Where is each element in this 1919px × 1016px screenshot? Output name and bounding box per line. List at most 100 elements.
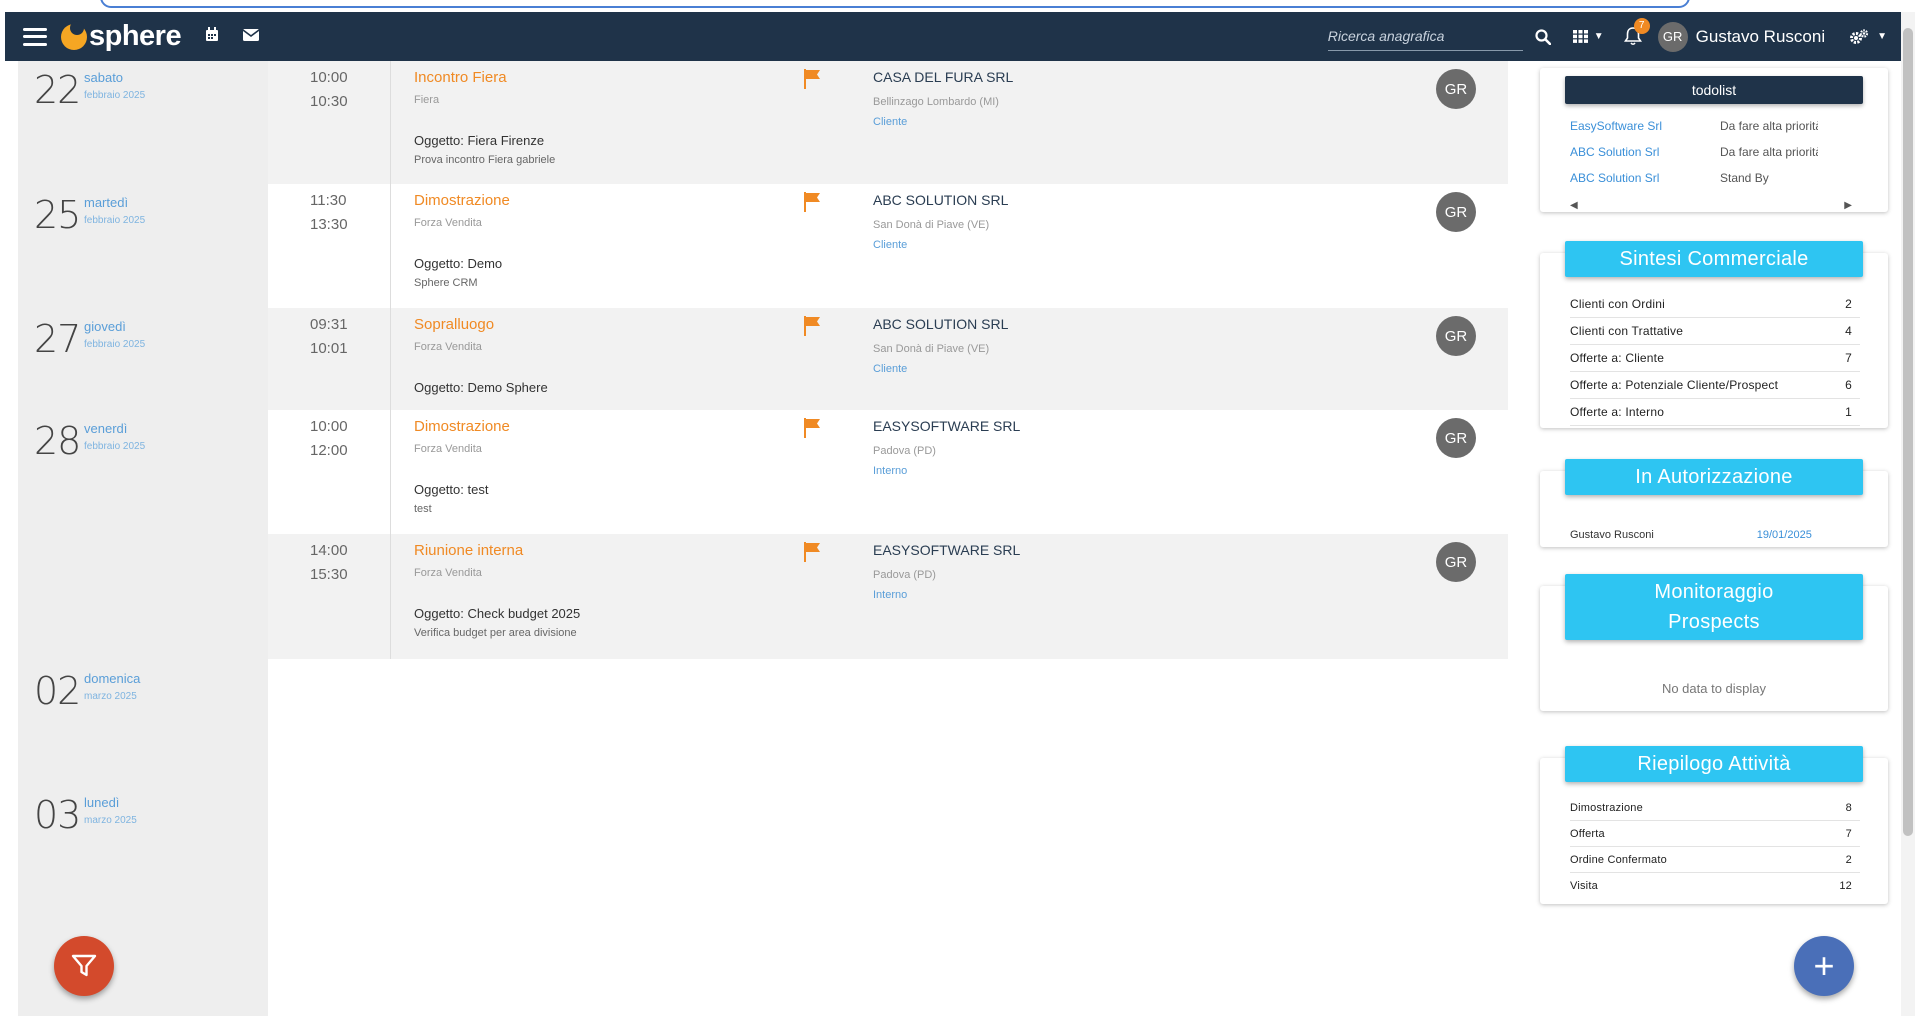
monitoraggio-title: Monitoraggio Prospects (1565, 574, 1863, 640)
user-avatar[interactable]: GR (1657, 21, 1688, 52)
day-month: febbraio 2025 (84, 215, 146, 226)
event-subject: Oggetto: Demo (414, 256, 503, 271)
event-owner-avatar[interactable]: GR (1436, 192, 1476, 232)
search-input[interactable] (1327, 28, 1523, 44)
settings-menu[interactable]: ▼ (1849, 28, 1887, 45)
flag-icon[interactable] (804, 418, 822, 438)
event-title-link[interactable]: Riunione interna (414, 542, 523, 559)
event-subject: Oggetto: Check budget 2025 (414, 606, 581, 621)
day-number: 25 (34, 193, 81, 237)
todo-row[interactable]: EasySoftware Srl Da fare alta priorità (1570, 119, 1818, 133)
agenda-event[interactable]: 14:00 15:30 Riunione interna Forza Vendi… (268, 534, 1508, 659)
event-city: San Donà di Piave (VE) (873, 343, 990, 355)
stat-row[interactable]: Clienti con Ordini 2 (1570, 291, 1860, 318)
user-name[interactable]: Gustavo Rusconi (1696, 27, 1825, 47)
day-weekday: martedì (84, 195, 129, 210)
todo-company[interactable]: EasySoftware Srl (1570, 119, 1662, 133)
stat-label: Offerte a: Cliente (1570, 351, 1665, 365)
todo-company[interactable]: ABC Solution Srl (1570, 145, 1659, 159)
event-title-link[interactable]: Sopralluogo (414, 316, 494, 333)
event-start-time: 10:00 (310, 418, 348, 435)
agenda-event[interactable]: 09:31 10:01 Sopralluogo Forza Vendita Og… (268, 308, 1508, 410)
top-navbar: sphere ▼ 7 GR Gustavo Rusconi (5, 12, 1901, 61)
todo-status: Stand By (1720, 171, 1769, 185)
agenda-event[interactable]: 10:00 10:30 Incontro Fiera Fiera Oggetto… (268, 61, 1508, 184)
todolist-title: todolist (1565, 76, 1863, 104)
menu-icon[interactable] (23, 27, 47, 46)
event-description: Prova incontro Fiera gabriele (414, 154, 556, 166)
stat-row[interactable]: Offerte a: Interno 1 (1570, 399, 1860, 426)
event-title-link[interactable]: Dimostrazione (414, 418, 510, 435)
search-field[interactable] (1327, 23, 1523, 51)
event-title-link[interactable]: Dimostrazione (414, 192, 510, 209)
todo-company[interactable]: ABC Solution Srl (1570, 171, 1659, 185)
stat-value: 2 (1845, 853, 1852, 866)
stat-row[interactable]: Ordine Confermato 2 (1570, 847, 1860, 873)
todo-row[interactable]: ABC Solution Srl Stand By (1570, 171, 1769, 185)
event-end-time: 13:30 (310, 216, 348, 233)
monitoraggio-title-line1: Monitoraggio (1654, 581, 1774, 603)
logo-mark (61, 20, 87, 50)
stat-row[interactable]: Visita 12 (1570, 873, 1860, 899)
todo-status: Da fare alta priorità (1720, 119, 1818, 133)
stat-value: 6 (1845, 378, 1852, 392)
day-number: 02 (34, 669, 81, 713)
scroll-left-icon[interactable]: ◀ (1570, 200, 1578, 211)
mail-icon[interactable] (242, 28, 260, 46)
event-company[interactable]: EASYSOFTWARE SRL (873, 542, 1020, 558)
autorizzazione-title: In Autorizzazione (1565, 459, 1863, 495)
event-type: Forza Vendita (414, 443, 482, 455)
flag-icon[interactable] (804, 192, 822, 212)
event-owner-avatar[interactable]: GR (1436, 69, 1476, 109)
event-type: Forza Vendita (414, 567, 482, 579)
stat-row[interactable]: Offerta 7 (1570, 821, 1860, 847)
vertical-scrollbar-thumb[interactable] (1903, 28, 1913, 836)
browser-top-strip (0, 0, 1919, 12)
calendar-icon[interactable] (205, 26, 219, 47)
event-description: Verifica budget per area divisione (414, 627, 577, 639)
event-company[interactable]: ABC SOLUTION SRL (873, 192, 1008, 208)
event-company[interactable]: EASYSOFTWARE SRL (873, 418, 1020, 434)
stat-row[interactable]: Offerte a: Cliente 7 (1570, 345, 1860, 372)
agenda-event[interactable]: 10:00 12:00 Dimostrazione Forza Vendita … (268, 410, 1508, 534)
stat-label: Offerte a: Interno (1570, 405, 1665, 419)
sintesi-commerciale-card: Sintesi Commerciale Clienti con Ordini 2 … (1540, 241, 1888, 428)
add-button[interactable]: + (1794, 936, 1854, 996)
page: sphere ▼ 7 GR Gustavo Rusconi (0, 0, 1919, 1016)
horizontal-scrollbar[interactable]: ◀ ▶ (1570, 200, 1852, 211)
notifications-button[interactable]: 7 (1623, 18, 1650, 46)
event-start-time: 10:00 (310, 69, 348, 86)
search-icon[interactable] (1535, 28, 1551, 45)
event-city: San Donà di Piave (VE) (873, 219, 990, 231)
scroll-right-icon[interactable]: ▶ (1844, 200, 1852, 211)
plus-icon: + (1813, 945, 1835, 986)
flag-icon[interactable] (804, 316, 822, 336)
authorization-date[interactable]: 19/01/2025 (1757, 529, 1812, 541)
event-description: Sphere CRM (414, 277, 478, 289)
authorization-row[interactable]: Gustavo Rusconi 19/01/2025 (1570, 529, 1860, 541)
flag-icon[interactable] (804, 542, 822, 562)
stat-row[interactable]: Dimostrazione 8 (1570, 795, 1860, 821)
autorizzazione-card: In Autorizzazione Gustavo Rusconi 19/01/… (1540, 459, 1888, 547)
stat-row[interactable]: Clienti con Trattative 4 (1570, 318, 1860, 345)
event-company[interactable]: CASA DEL FURA SRL (873, 69, 1013, 85)
filter-button[interactable] (54, 936, 114, 996)
event-title-link[interactable]: Incontro Fiera (414, 69, 507, 86)
stat-row[interactable]: Offerte a: Potenziale Cliente/Prospect 6 (1570, 372, 1860, 399)
chevron-down-icon: ▼ (1877, 31, 1887, 42)
event-company[interactable]: ABC SOLUTION SRL (873, 316, 1008, 332)
stat-label: Clienti con Ordini (1570, 297, 1665, 311)
app-logo[interactable]: sphere (61, 20, 182, 53)
apps-grid-icon[interactable]: ▼ (1572, 30, 1604, 43)
todo-row[interactable]: ABC Solution Srl Da fare alta priorità (1570, 145, 1818, 159)
event-owner-avatar[interactable]: GR (1436, 542, 1476, 582)
event-description: test (414, 503, 432, 515)
agenda-event[interactable]: 11:30 13:30 Dimostrazione Forza Vendita … (268, 184, 1508, 308)
event-time: 09:31 10:01 (268, 308, 391, 410)
event-owner-avatar[interactable]: GR (1436, 316, 1476, 356)
empty-state: No data to display (1661, 681, 1767, 696)
event-owner-avatar[interactable]: GR (1436, 418, 1476, 458)
stat-value: 8 (1845, 801, 1852, 814)
event-end-time: 12:00 (310, 442, 348, 459)
flag-icon[interactable] (804, 69, 822, 89)
